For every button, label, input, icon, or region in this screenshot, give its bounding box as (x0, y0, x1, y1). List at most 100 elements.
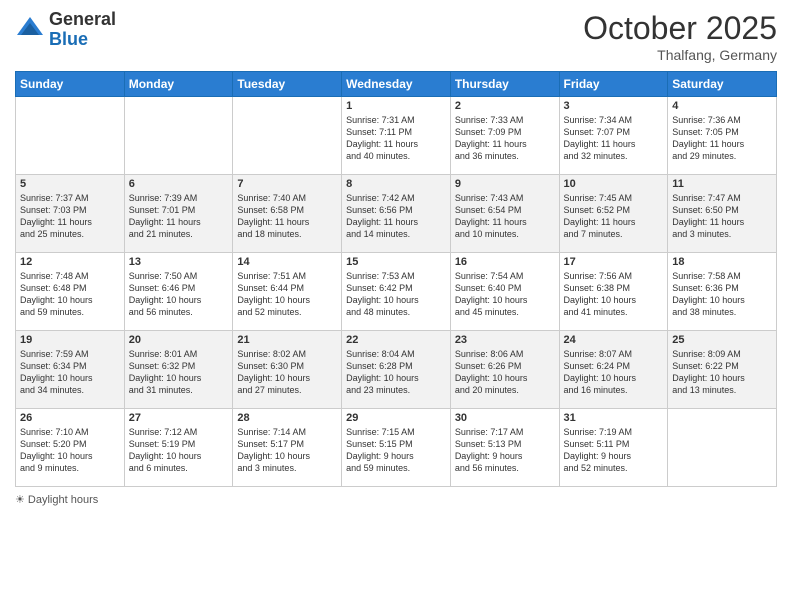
calendar-cell: 29 Sunrise: 7:15 AM Sunset: 5:15 PM Dayli… (342, 409, 451, 487)
week-row-3: 19 Sunrise: 7:59 AM Sunset: 6:34 PM Dayli… (16, 331, 777, 409)
day-number: 9 (455, 178, 555, 190)
location: Thalfang, Germany (583, 47, 777, 63)
calendar-cell: 13 Sunrise: 7:50 AM Sunset: 6:46 PM Dayli… (124, 253, 233, 331)
day-number: 16 (455, 256, 555, 268)
day-number: 31 (564, 412, 664, 424)
day-header-friday: Friday (559, 72, 668, 97)
day-info: Sunrise: 7:47 AM Sunset: 6:50 PM Dayligh… (672, 192, 772, 241)
calendar-cell: 24 Sunrise: 8:07 AM Sunset: 6:24 PM Dayli… (559, 331, 668, 409)
day-number: 22 (346, 334, 446, 346)
calendar-cell: 14Sunrise: 7:51 AM Sunset: 6:44 PM Dayli… (233, 253, 342, 331)
legend: ☀ Daylight hours (15, 493, 777, 506)
day-info: Sunrise: 8:07 AM Sunset: 6:24 PM Dayligh… (564, 348, 664, 397)
calendar-cell: 15 Sunrise: 7:53 AM Sunset: 6:42 PM Dayli… (342, 253, 451, 331)
day-info: Sunrise: 8:06 AM Sunset: 6:26 PM Dayligh… (455, 348, 555, 397)
calendar-cell: 21 Sunrise: 8:02 AM Sunset: 6:30 PM Dayli… (233, 331, 342, 409)
day-info: Sunrise: 7:15 AM Sunset: 5:15 PM Dayligh… (346, 426, 446, 475)
week-row-0: 1Sunrise: 7:31 AM Sunset: 7:11 PM Daylig… (16, 97, 777, 175)
day-info: Sunrise: 7:33 AM Sunset: 7:09 PM Dayligh… (455, 114, 555, 163)
day-number: 28 (237, 412, 337, 424)
day-header-saturday: Saturday (668, 72, 777, 97)
calendar-cell: 27 Sunrise: 7:12 AM Sunset: 5:19 PM Dayli… (124, 409, 233, 487)
calendar-cell: 9Sunrise: 7:43 AM Sunset: 6:54 PM Daylig… (450, 175, 559, 253)
day-info: Sunrise: 7:39 AM Sunset: 7:01 PM Dayligh… (129, 192, 229, 241)
calendar-cell: 31 Sunrise: 7:19 AM Sunset: 5:11 PM Dayli… (559, 409, 668, 487)
day-number: 11 (672, 178, 772, 190)
day-info: Sunrise: 7:53 AM Sunset: 6:42 PM Dayligh… (346, 270, 446, 319)
day-number: 5 (20, 178, 120, 190)
day-number: 30 (455, 412, 555, 424)
calendar-cell: 30 Sunrise: 7:17 AM Sunset: 5:13 PM Dayli… (450, 409, 559, 487)
day-number: 1 (346, 100, 446, 112)
week-row-2: 12Sunrise: 7:48 AM Sunset: 6:48 PM Dayli… (16, 253, 777, 331)
day-info: Sunrise: 7:19 AM Sunset: 5:11 PM Dayligh… (564, 426, 664, 475)
day-info: Sunrise: 7:45 AM Sunset: 6:52 PM Dayligh… (564, 192, 664, 241)
day-number: 24 (564, 334, 664, 346)
day-info: Sunrise: 7:54 AM Sunset: 6:40 PM Dayligh… (455, 270, 555, 319)
calendar-cell (124, 97, 233, 175)
logo: General Blue (15, 10, 116, 50)
day-info: Sunrise: 7:40 AM Sunset: 6:58 PM Dayligh… (237, 192, 337, 241)
calendar-table: SundayMondayTuesdayWednesdayThursdayFrid… (15, 71, 777, 487)
day-info: Sunrise: 7:42 AM Sunset: 6:56 PM Dayligh… (346, 192, 446, 241)
calendar-cell: 8Sunrise: 7:42 AM Sunset: 6:56 PM Daylig… (342, 175, 451, 253)
day-number: 4 (672, 100, 772, 112)
calendar-cell (233, 97, 342, 175)
day-info: Sunrise: 8:09 AM Sunset: 6:22 PM Dayligh… (672, 348, 772, 397)
day-number: 17 (564, 256, 664, 268)
day-info: Sunrise: 7:58 AM Sunset: 6:36 PM Dayligh… (672, 270, 772, 319)
day-number: 7 (237, 178, 337, 190)
logo-icon (15, 15, 45, 45)
title-block: October 2025 Thalfang, Germany (583, 10, 777, 63)
day-header-monday: Monday (124, 72, 233, 97)
day-number: 25 (672, 334, 772, 346)
day-header-wednesday: Wednesday (342, 72, 451, 97)
calendar-cell: 22 Sunrise: 8:04 AM Sunset: 6:28 PM Dayli… (342, 331, 451, 409)
calendar-cell: 2Sunrise: 7:33 AM Sunset: 7:09 PM Daylig… (450, 97, 559, 175)
day-number: 18 (672, 256, 772, 268)
day-number: 10 (564, 178, 664, 190)
day-info: Sunrise: 8:04 AM Sunset: 6:28 PM Dayligh… (346, 348, 446, 397)
day-number: 14 (237, 256, 337, 268)
day-number: 21 (237, 334, 337, 346)
calendar-cell: 20Sunrise: 8:01 AM Sunset: 6:32 PM Dayli… (124, 331, 233, 409)
day-info: Sunrise: 7:37 AM Sunset: 7:03 PM Dayligh… (20, 192, 120, 241)
logo-text: General Blue (49, 10, 116, 50)
day-info: Sunrise: 7:50 AM Sunset: 6:46 PM Dayligh… (129, 270, 229, 319)
day-info: Sunrise: 7:59 AM Sunset: 6:34 PM Dayligh… (20, 348, 120, 397)
calendar-cell: 11 Sunrise: 7:47 AM Sunset: 6:50 PM Dayli… (668, 175, 777, 253)
logo-blue: Blue (49, 30, 116, 50)
calendar-cell: 1Sunrise: 7:31 AM Sunset: 7:11 PM Daylig… (342, 97, 451, 175)
day-number: 23 (455, 334, 555, 346)
calendar-cell: 18 Sunrise: 7:58 AM Sunset: 6:36 PM Dayli… (668, 253, 777, 331)
day-number: 29 (346, 412, 446, 424)
calendar-cell: 5 Sunrise: 7:37 AM Sunset: 7:03 PM Daylig… (16, 175, 125, 253)
calendar-cell: 10 Sunrise: 7:45 AM Sunset: 6:52 PM Dayli… (559, 175, 668, 253)
header: General Blue October 2025 Thalfang, Germ… (15, 10, 777, 63)
calendar-cell: 25 Sunrise: 8:09 AM Sunset: 6:22 PM Dayli… (668, 331, 777, 409)
day-number: 13 (129, 256, 229, 268)
day-number: 3 (564, 100, 664, 112)
calendar-cell: 12Sunrise: 7:48 AM Sunset: 6:48 PM Dayli… (16, 253, 125, 331)
calendar-header-row: SundayMondayTuesdayWednesdayThursdayFrid… (16, 72, 777, 97)
calendar-cell: 19 Sunrise: 7:59 AM Sunset: 6:34 PM Dayli… (16, 331, 125, 409)
day-header-sunday: Sunday (16, 72, 125, 97)
day-number: 19 (20, 334, 120, 346)
calendar-cell: 3Sunrise: 7:34 AM Sunset: 7:07 PM Daylig… (559, 97, 668, 175)
day-number: 6 (129, 178, 229, 190)
day-info: Sunrise: 7:12 AM Sunset: 5:19 PM Dayligh… (129, 426, 229, 475)
calendar-cell: 16 Sunrise: 7:54 AM Sunset: 6:40 PM Dayli… (450, 253, 559, 331)
day-info: Sunrise: 7:17 AM Sunset: 5:13 PM Dayligh… (455, 426, 555, 475)
calendar-cell (668, 409, 777, 487)
calendar-cell: 26Sunrise: 7:10 AM Sunset: 5:20 PM Dayli… (16, 409, 125, 487)
calendar-cell: 6 Sunrise: 7:39 AM Sunset: 7:01 PM Daylig… (124, 175, 233, 253)
calendar-cell: 4 Sunrise: 7:36 AM Sunset: 7:05 PM Daylig… (668, 97, 777, 175)
day-number: 27 (129, 412, 229, 424)
week-row-4: 26Sunrise: 7:10 AM Sunset: 5:20 PM Dayli… (16, 409, 777, 487)
day-info: Sunrise: 8:02 AM Sunset: 6:30 PM Dayligh… (237, 348, 337, 397)
day-header-thursday: Thursday (450, 72, 559, 97)
day-info: Sunrise: 8:01 AM Sunset: 6:32 PM Dayligh… (129, 348, 229, 397)
day-number: 15 (346, 256, 446, 268)
calendar-cell: 7 Sunrise: 7:40 AM Sunset: 6:58 PM Daylig… (233, 175, 342, 253)
day-info: Sunrise: 7:36 AM Sunset: 7:05 PM Dayligh… (672, 114, 772, 163)
